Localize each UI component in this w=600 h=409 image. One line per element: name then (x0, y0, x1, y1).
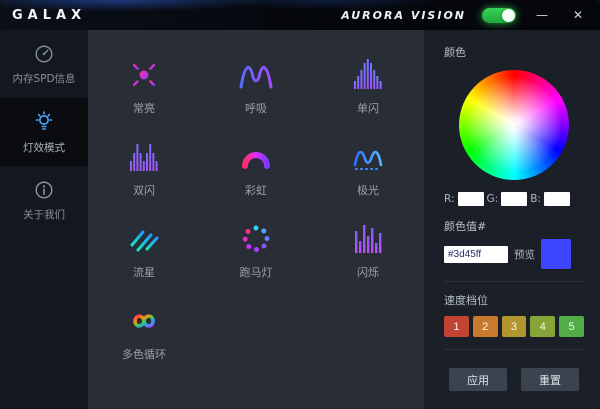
color-preview-swatch (541, 239, 571, 269)
mode-label: 彩虹 (245, 183, 267, 197)
close-button[interactable]: ✕ (568, 8, 588, 22)
equalizer-bars-icon (348, 55, 388, 95)
info-icon (33, 179, 55, 201)
action-buttons: 应用 重置 (444, 368, 584, 395)
mode-flicker[interactable]: 闪烁 (312, 208, 424, 290)
sidebar: 内存SPD信息 灯效模式 关于我们 (0, 30, 88, 409)
g-label: G: (486, 193, 499, 205)
speed-level-3[interactable]: 3 (501, 316, 527, 337)
toggle-knob-icon (502, 8, 515, 22)
flicker-bars-icon (348, 219, 388, 259)
app-window: GALAX AURORA VISION — ✕ 内存SPD信息 灯效模式 关于我… (0, 0, 600, 409)
mode-single-flash[interactable]: 单闪 (312, 44, 424, 126)
mode-aurora[interactable]: 极光 (312, 126, 424, 208)
preview-label: 预览 (514, 248, 535, 261)
mode-meteor[interactable]: 流星 (88, 208, 200, 290)
speed-selector: 1 2 3 4 5 (444, 316, 584, 350)
mode-label: 双闪 (133, 183, 155, 197)
reset-button[interactable]: 重置 (521, 368, 579, 391)
sun-icon (124, 55, 164, 95)
g-input[interactable] (501, 192, 528, 206)
mode-color-cycle[interactable]: 多色循环 (88, 290, 200, 372)
mode-label: 多色循环 (122, 347, 166, 361)
aurora-icon (348, 137, 388, 177)
sidebar-item-light-modes[interactable]: 灯效模式 (0, 98, 88, 166)
speed-level-2[interactable]: 2 (472, 316, 498, 337)
speed-level-5[interactable]: 5 (559, 316, 584, 337)
r-input[interactable] (457, 192, 484, 206)
mode-marquee[interactable]: 跑马灯 (200, 208, 312, 290)
sidebar-item-label: 关于我们 (23, 208, 65, 221)
hex-row: 预览 (444, 239, 584, 282)
hex-label: 颜色值# (444, 220, 487, 233)
mode-label: 常亮 (133, 101, 155, 115)
mode-label: 单闪 (357, 101, 379, 115)
mode-steady[interactable]: 常亮 (88, 44, 200, 126)
meteor-icon (124, 219, 164, 259)
speed-section-title: 速度档位 (444, 294, 488, 307)
mode-breathing[interactable]: 呼吸 (200, 44, 312, 126)
minimize-button[interactable]: — (532, 8, 552, 22)
mode-panel: 常亮 呼吸 单闪 双闪 彩虹 极光 流星 跑马灯 闪烁 多色循环 (88, 30, 424, 409)
b-label: B: (530, 193, 541, 205)
dot-ring-icon (236, 219, 276, 259)
sidebar-item-label: 灯效模式 (23, 141, 65, 154)
wave-icon (236, 55, 276, 95)
mode-rainbow[interactable]: 彩虹 (200, 126, 312, 208)
infinity-rainbow-icon (124, 301, 164, 341)
color-panel: 颜色 R: G: B: 颜色值# 预览 速度档位 1 2 (424, 30, 600, 409)
apply-button[interactable]: 应用 (449, 368, 507, 391)
b-input[interactable] (543, 192, 570, 206)
speed-level-4[interactable]: 4 (530, 316, 556, 337)
titlebar: GALAX AURORA VISION — ✕ (0, 0, 600, 30)
mode-label: 极光 (357, 183, 379, 197)
sidebar-item-about[interactable]: 关于我们 (0, 166, 88, 234)
mode-grid: 常亮 呼吸 单闪 双闪 彩虹 极光 流星 跑马灯 闪烁 多色循环 (88, 44, 424, 372)
color-section-title: 颜色 (444, 46, 466, 59)
app-title: AURORA VISION (341, 8, 466, 22)
power-toggle[interactable] (482, 7, 516, 23)
rgb-inputs: R: G: B: (444, 192, 584, 206)
mode-label: 闪烁 (357, 265, 379, 279)
sidebar-item-spd-info[interactable]: 内存SPD信息 (0, 30, 88, 98)
mode-label: 跑马灯 (239, 265, 273, 279)
rainbow-arc-icon (236, 137, 276, 177)
mode-label: 流星 (133, 265, 155, 279)
sidebar-item-label: 内存SPD信息 (12, 72, 76, 85)
hex-input[interactable] (444, 245, 508, 263)
galax-logo: GALAX (12, 7, 87, 23)
r-label: R: (444, 193, 455, 205)
color-wheel[interactable] (459, 70, 569, 180)
bulb-icon (32, 110, 56, 134)
mode-label: 呼吸 (245, 101, 267, 115)
mode-double-flash[interactable]: 双闪 (88, 126, 200, 208)
double-bars-icon (124, 137, 164, 177)
gauge-icon (33, 43, 55, 65)
speed-level-1[interactable]: 1 (444, 316, 469, 337)
